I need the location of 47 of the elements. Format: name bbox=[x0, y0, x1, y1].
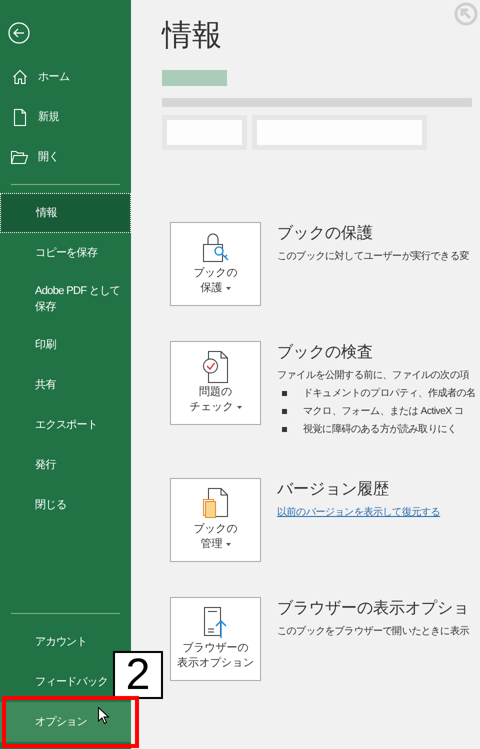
cursor-icon bbox=[98, 707, 110, 725]
document-icon bbox=[12, 108, 26, 126]
page-title: 情報 bbox=[162, 18, 223, 54]
bullet-text: ドキュメントのプロパティ、作成者の名 bbox=[303, 386, 476, 401]
section-heading: ブックの検査 bbox=[277, 342, 374, 363]
sidebar-item[interactable]: 新規 bbox=[0, 97, 131, 137]
caret-icon bbox=[226, 287, 230, 290]
sidebar-item[interactable]: 印刷 bbox=[0, 325, 131, 365]
sidebar-item[interactable]: ホーム bbox=[0, 57, 131, 97]
action-button[interactable]: 問題の チェック bbox=[170, 341, 261, 425]
description-text: ファイルを公開する前に、ファイルの次の項 bbox=[277, 369, 470, 383]
section-heading: ブックの保護 bbox=[277, 224, 374, 244]
bullet-icon bbox=[282, 409, 287, 414]
blurred-filename bbox=[162, 70, 227, 86]
caret-icon bbox=[236, 406, 242, 409]
sidebar-item[interactable]: エクスポート bbox=[0, 405, 131, 445]
sidebar-item[interactable]: Adobe PDF として保存 bbox=[0, 273, 131, 325]
sidebar-item[interactable]: 共有 bbox=[0, 365, 131, 405]
description-text: このブックに対してユーザーが実行できる変 bbox=[277, 250, 470, 264]
sidebar-item[interactable]: 情報 bbox=[0, 193, 131, 233]
sidebar-item[interactable]: 閉じる bbox=[0, 485, 131, 525]
bullet-icon bbox=[282, 391, 287, 396]
sidebar-item[interactable]: 開く bbox=[0, 137, 131, 177]
sidebar-item[interactable]: フィードバック bbox=[35, 670, 110, 694]
sidebar-item[interactable]: オプション bbox=[0, 702, 131, 742]
back-button[interactable] bbox=[8, 22, 30, 44]
sidebar-item[interactable]: 発行 bbox=[0, 445, 131, 485]
restore-versions-link[interactable]: 以前のバージョンを表示して復元する bbox=[277, 505, 440, 520]
action-button[interactable]: ブラウザーの 表示オプション bbox=[170, 597, 261, 681]
caret-icon bbox=[226, 543, 230, 546]
bullet-text: マクロ、フォーム、または ActiveX コ bbox=[303, 405, 464, 419]
sidebar-item[interactable]: コピーを保存 bbox=[0, 233, 131, 273]
description-text: このブックをブラウザーで開いたときに表示 bbox=[277, 624, 470, 639]
step-number: 2 bbox=[113, 651, 163, 699]
action-button[interactable]: ブックの 管理 bbox=[170, 478, 261, 562]
document-check-icon bbox=[202, 351, 230, 383]
folder-icon bbox=[11, 150, 28, 164]
arrow-circle-icon bbox=[454, 2, 478, 26]
section-heading: ブラウザーの表示オプショ bbox=[277, 598, 470, 619]
bullet-text: 視覚に障碍のある方が読み取りにく bbox=[303, 422, 457, 437]
home-icon bbox=[12, 69, 28, 85]
section-heading: バージョン履歴 bbox=[277, 480, 390, 500]
documents-icon bbox=[202, 488, 230, 520]
sidebar-item[interactable]: アカウント bbox=[35, 630, 90, 654]
action-button[interactable]: ブックの 保護 bbox=[170, 222, 261, 306]
bullet-icon bbox=[282, 427, 287, 432]
lock-key-icon bbox=[202, 232, 230, 264]
